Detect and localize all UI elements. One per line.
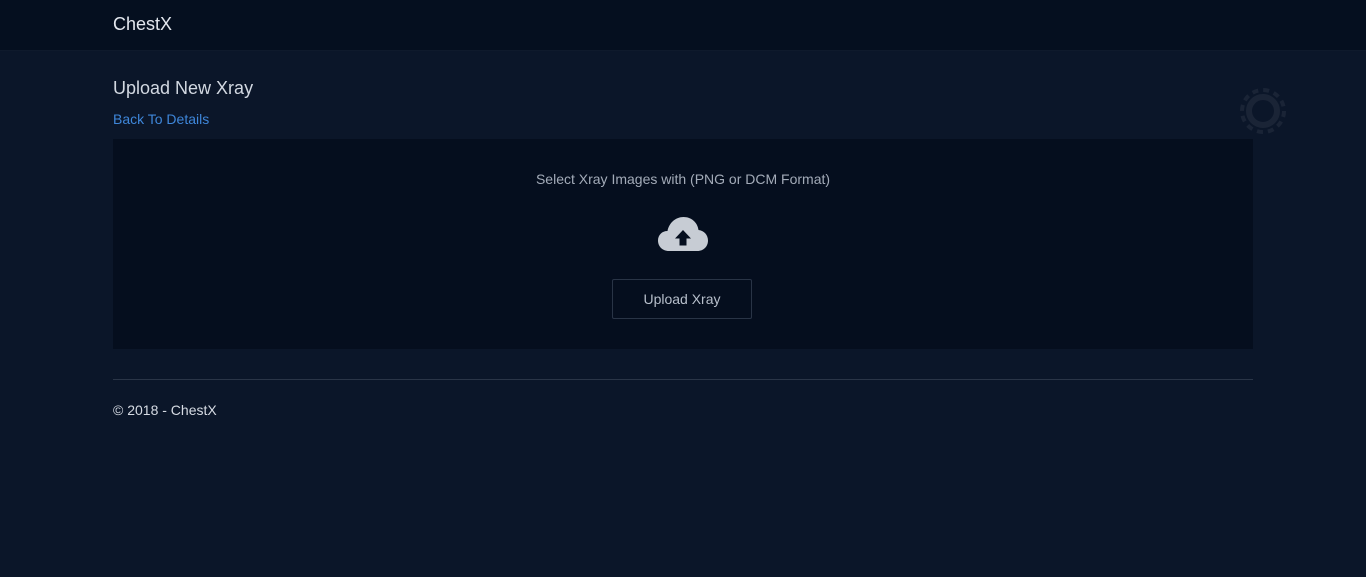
background-gear-icon (1240, 88, 1286, 134)
footer-divider (113, 379, 1253, 380)
page-title: Upload New Xray (113, 78, 254, 98)
cloud-upload-icon (658, 217, 708, 251)
back-to-details-link[interactable]: Back To Details (113, 111, 209, 127)
upload-instructions: Select Xray Images with (PNG or DCM Form… (535, 171, 831, 187)
brand-link[interactable]: ChestX (113, 14, 172, 35)
upload-xray-button[interactable]: Upload Xray (612, 279, 752, 319)
navbar: ChestX (0, 0, 1366, 51)
footer-copyright: © 2018 - ChestX (113, 402, 217, 418)
upload-panel: Select Xray Images with (PNG or DCM Form… (113, 139, 1253, 349)
